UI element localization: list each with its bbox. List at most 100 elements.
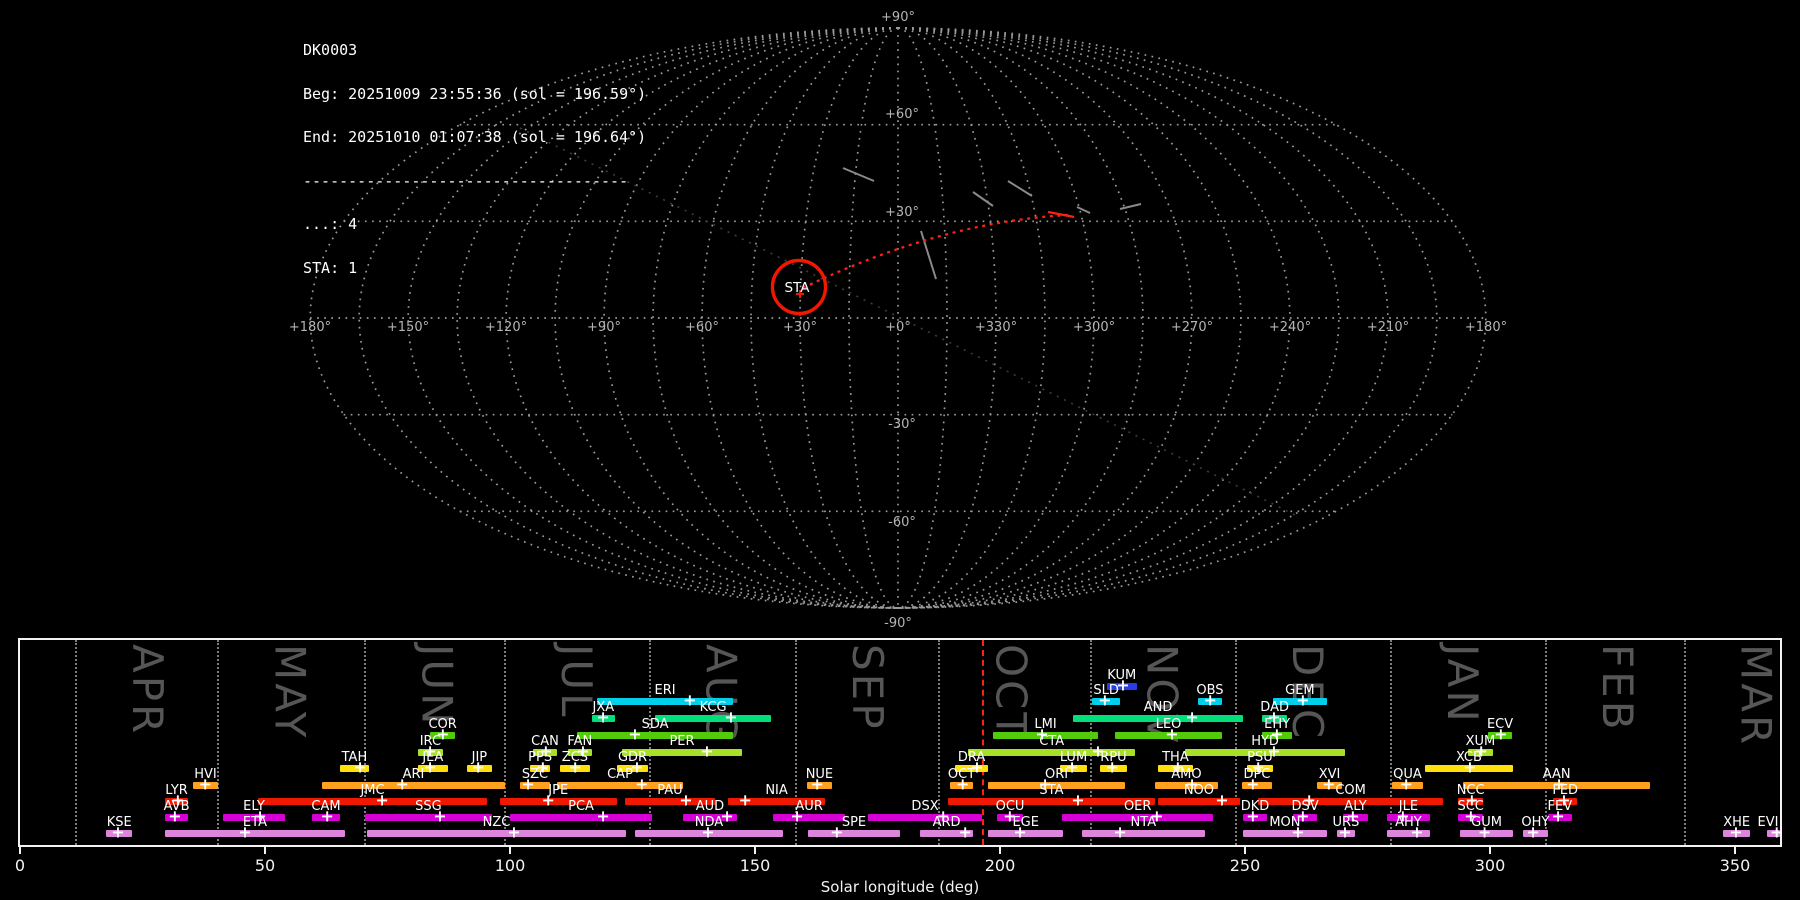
- x-tick-label: 300: [1474, 856, 1506, 875]
- shower-bar-SDA: [577, 732, 733, 739]
- radiant-label: STA: [784, 280, 810, 296]
- shower-bar-ETA: [165, 830, 345, 837]
- x-tick: [1734, 847, 1736, 854]
- shower-label-ERI: ERI: [654, 683, 676, 698]
- shower-peak-ERI: +: [683, 690, 697, 710]
- shower-bar-DSX: [868, 814, 982, 821]
- x-tick-label: 50: [254, 856, 276, 875]
- month-label-sep: SEP: [843, 644, 893, 732]
- shower-peak-PCA: +: [596, 806, 610, 826]
- lon-label: +210°: [1367, 320, 1409, 335]
- meteor-track: [920, 230, 937, 280]
- observation-info-panel: DK0003 Beg: 20251009 23:55:36 (sol = 196…: [303, 14, 646, 304]
- shower-peak-NDA: +: [701, 822, 715, 842]
- month-label-mar: MAR: [1731, 644, 1781, 748]
- meteor-track: [842, 167, 875, 182]
- lon-label: +90°: [587, 320, 621, 335]
- shower-peak-NIA: +: [738, 790, 752, 810]
- shower-bar-MON: [1243, 830, 1327, 837]
- shower-peak-XVI: +: [1322, 774, 1336, 794]
- meteor-track: [1007, 180, 1033, 197]
- shower-label-ARD: ARD: [932, 815, 961, 830]
- shower-peak-ECV: +: [1494, 724, 1508, 744]
- month-gridline: [1235, 640, 1238, 845]
- x-tick-label: 150: [739, 856, 771, 875]
- info-divider: ------------------------------------: [303, 171, 629, 190]
- shower-label-OER: OER: [1123, 799, 1152, 814]
- shower-label-DSX: DSX: [911, 799, 939, 814]
- x-tick: [19, 847, 21, 854]
- shower-label-STA: STA: [1039, 783, 1064, 798]
- shower-peak-RPU: +: [1105, 757, 1119, 777]
- shower-label-NIA: NIA: [765, 783, 788, 798]
- x-tick: [264, 847, 266, 854]
- begin-time-line: Beg: 20251009 23:55:36 (sol = 196.59°): [303, 84, 647, 103]
- shower-peak-SZC: +: [521, 774, 535, 794]
- shower-label-NZC: NZC: [482, 815, 511, 830]
- shower-peak-PAU: +: [679, 790, 693, 810]
- shower-peak-KSE: +: [111, 822, 125, 842]
- shower-peak-OCT: +: [956, 774, 970, 794]
- lon-label: +0°: [885, 320, 911, 335]
- sky-meridian: [897, 27, 1095, 609]
- lon-label: +240°: [1269, 320, 1311, 335]
- shower-peak-ZCS: +: [568, 757, 582, 777]
- shower-label-NOO: NOO: [1183, 783, 1215, 798]
- shower-bar-JMC: [258, 798, 487, 805]
- x-tick: [1489, 847, 1491, 854]
- lat-label: +30°: [885, 205, 919, 220]
- shower-peak-NZC: +: [507, 822, 521, 842]
- lon-label: +300°: [1073, 320, 1115, 335]
- meteor-track: [1119, 203, 1142, 210]
- shower-peak-SLD: +: [1098, 690, 1112, 710]
- shower-peak-ARD: +: [958, 822, 972, 842]
- shower-peak-URS: +: [1338, 822, 1352, 842]
- month-gridline: [1683, 640, 1686, 845]
- shower-label-PCA: PCA: [568, 799, 594, 814]
- shower-peak-JXA: +: [596, 707, 610, 727]
- shower-peak-DPC: +: [1246, 774, 1260, 794]
- shower-label-AND: AND: [1143, 700, 1173, 715]
- shower-bar-NTA: [1081, 830, 1205, 837]
- x-tick-label: 250: [1229, 856, 1261, 875]
- shower-peak-KCG: +: [724, 707, 738, 727]
- shower-bar-KCG: [655, 715, 772, 722]
- shower-peak-JEA: +: [423, 757, 437, 777]
- x-axis-title: Solar longitude (deg): [820, 878, 980, 896]
- lon-label: +30°: [783, 320, 817, 335]
- x-tick: [1244, 847, 1246, 854]
- shower-peak-GEM: +: [1296, 690, 1310, 710]
- shower-peak-NTA: +: [1113, 822, 1127, 842]
- shower-bar-AUR: [773, 814, 846, 821]
- shower-peak-XHE: +: [1729, 822, 1743, 842]
- shower-peak-EVI: +: [1769, 822, 1784, 842]
- sporadic-count: ...: 4: [303, 215, 358, 233]
- meteor-station-screen: STA +90° -90° +60° +30° -30° -60° +180° +150° +12…: [0, 0, 1800, 900]
- lat-label: +60°: [885, 107, 919, 122]
- shower-peak-TAH: +: [353, 757, 367, 777]
- shower-bar-NZC: [366, 830, 627, 837]
- camera-id: DK0003: [303, 41, 358, 59]
- x-tick: [754, 847, 756, 854]
- end-time-line: End: 20251010 01:07:38 (sol = 196.64°): [303, 128, 647, 146]
- shower-peak-OBS: +: [1203, 690, 1217, 710]
- lon-label: +180°: [1465, 320, 1507, 335]
- pole-label-south: -90°: [884, 616, 912, 631]
- month-label-oct: OCT: [986, 644, 1036, 742]
- x-tick-label: 350: [1719, 856, 1751, 875]
- lon-label: +330°: [975, 320, 1017, 335]
- month-label-feb: FEB: [1592, 644, 1642, 733]
- shower-peak-ETA: +: [238, 822, 252, 842]
- shower-label-PER: PER: [669, 734, 695, 749]
- shower-label-NTA: NTA: [1130, 815, 1157, 830]
- shower-bar-PCA: [510, 814, 653, 821]
- shower-peak-HVI: +: [198, 774, 212, 794]
- month-label-jun: JUN: [412, 644, 462, 728]
- shower-peak-DKD: +: [1246, 806, 1260, 826]
- shower-label-KCG: KCG: [699, 700, 727, 715]
- shower-peak-MON: +: [1291, 822, 1305, 842]
- month-label-jan: JAN: [1438, 644, 1488, 725]
- shower-peak-ARI: +: [395, 774, 409, 794]
- shower-peak-GUM: +: [1477, 822, 1492, 842]
- shower-bar-SSG: [364, 814, 492, 821]
